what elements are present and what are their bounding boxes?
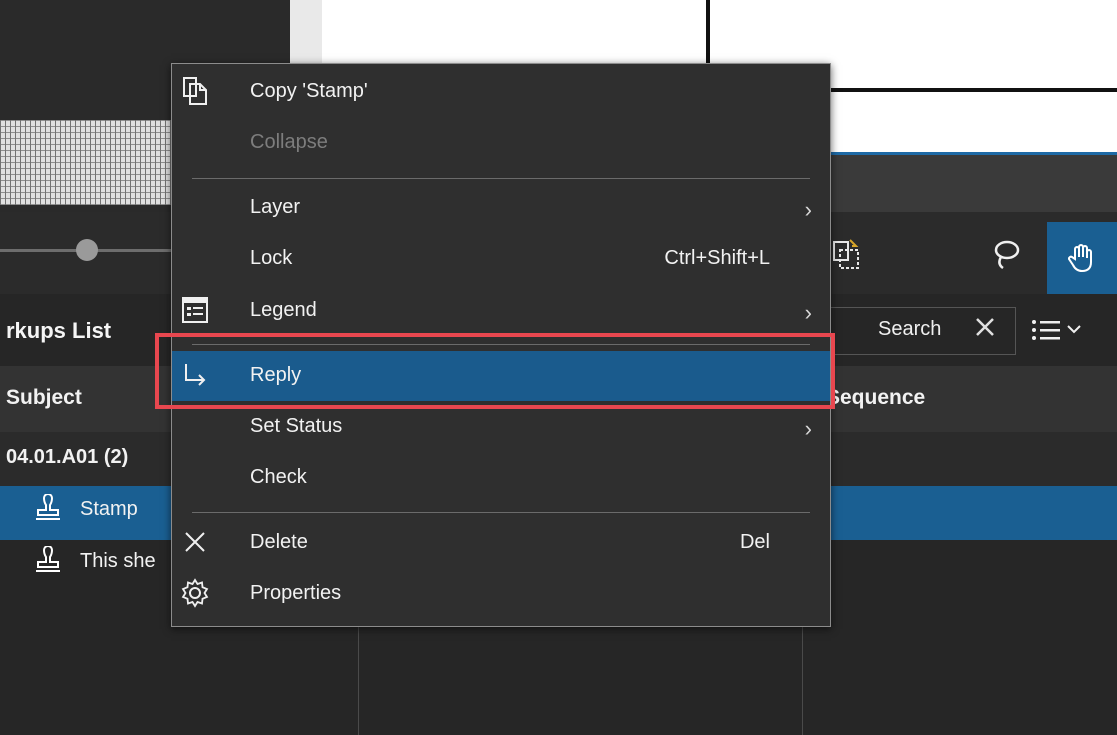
menu-item-label: Lock <box>250 247 293 269</box>
hand-icon <box>1068 244 1092 273</box>
close-icon <box>180 527 210 557</box>
stamp-icon <box>34 545 62 576</box>
copy-icon <box>180 76 210 106</box>
snapshot-tool-icon[interactable] <box>826 234 866 274</box>
menu-item-label: Properties <box>250 582 342 604</box>
lasso-icon[interactable] <box>985 234 1025 274</box>
highlight-annotation <box>155 333 835 409</box>
menu-item-lock[interactable]: Lock Ctrl+Shift+L <box>172 234 830 284</box>
menu-item-delete[interactable]: Delete Del <box>172 518 830 568</box>
menu-item-properties[interactable]: Properties <box>172 569 830 619</box>
menu-item-label: Legend <box>250 299 317 321</box>
zoom-slider-handle[interactable] <box>76 239 98 261</box>
row-label: Stamp <box>80 498 138 520</box>
menu-item-layer[interactable]: Layer › <box>172 183 830 233</box>
menu-item-check[interactable]: Check <box>172 453 830 503</box>
search-placeholder: Search <box>878 318 942 340</box>
column-header-sequence[interactable]: Sequence <box>826 386 925 410</box>
menu-item-set-status[interactable]: Set Status › <box>172 402 830 452</box>
column-header-subject[interactable]: Subject <box>6 386 82 410</box>
shortcut-label: Del <box>739 531 770 553</box>
chevron-right-icon: › <box>804 416 812 441</box>
menu-item-label: Set Status <box>250 415 343 437</box>
menu-separator <box>192 512 810 513</box>
shortcut-label: Ctrl+Shift+L <box>664 247 770 269</box>
drawing-hatch-pattern <box>0 120 175 205</box>
list-view-options-button[interactable] <box>1030 315 1110 345</box>
menu-item-label: Check <box>250 466 307 488</box>
menu-item-label: Layer <box>250 196 301 218</box>
panel-title: rkups List <box>6 318 112 343</box>
menu-item-label: Copy 'Stamp' <box>250 80 368 102</box>
list-icon <box>1032 320 1081 340</box>
chevron-right-icon: › <box>804 300 812 325</box>
toolbar-band <box>829 152 1117 215</box>
menu-item-label: Collapse <box>250 131 328 153</box>
stamp-icon <box>34 493 62 524</box>
menu-separator <box>192 178 810 179</box>
group-label: 04.01.A01 (2) <box>6 446 129 468</box>
gear-icon <box>180 578 210 608</box>
menu-item-label: Delete <box>250 531 308 553</box>
clear-search-icon[interactable] <box>972 314 998 340</box>
chevron-right-icon: › <box>804 197 812 222</box>
legend-icon <box>180 295 210 325</box>
menu-item-legend[interactable]: Legend › <box>172 286 830 336</box>
pan-tool-button[interactable] <box>1047 222 1117 294</box>
row-label[interactable]: This she <box>80 550 156 573</box>
menu-item-copy[interactable]: Copy 'Stamp' <box>172 67 830 117</box>
menu-item-collapse: Collapse <box>172 118 830 168</box>
